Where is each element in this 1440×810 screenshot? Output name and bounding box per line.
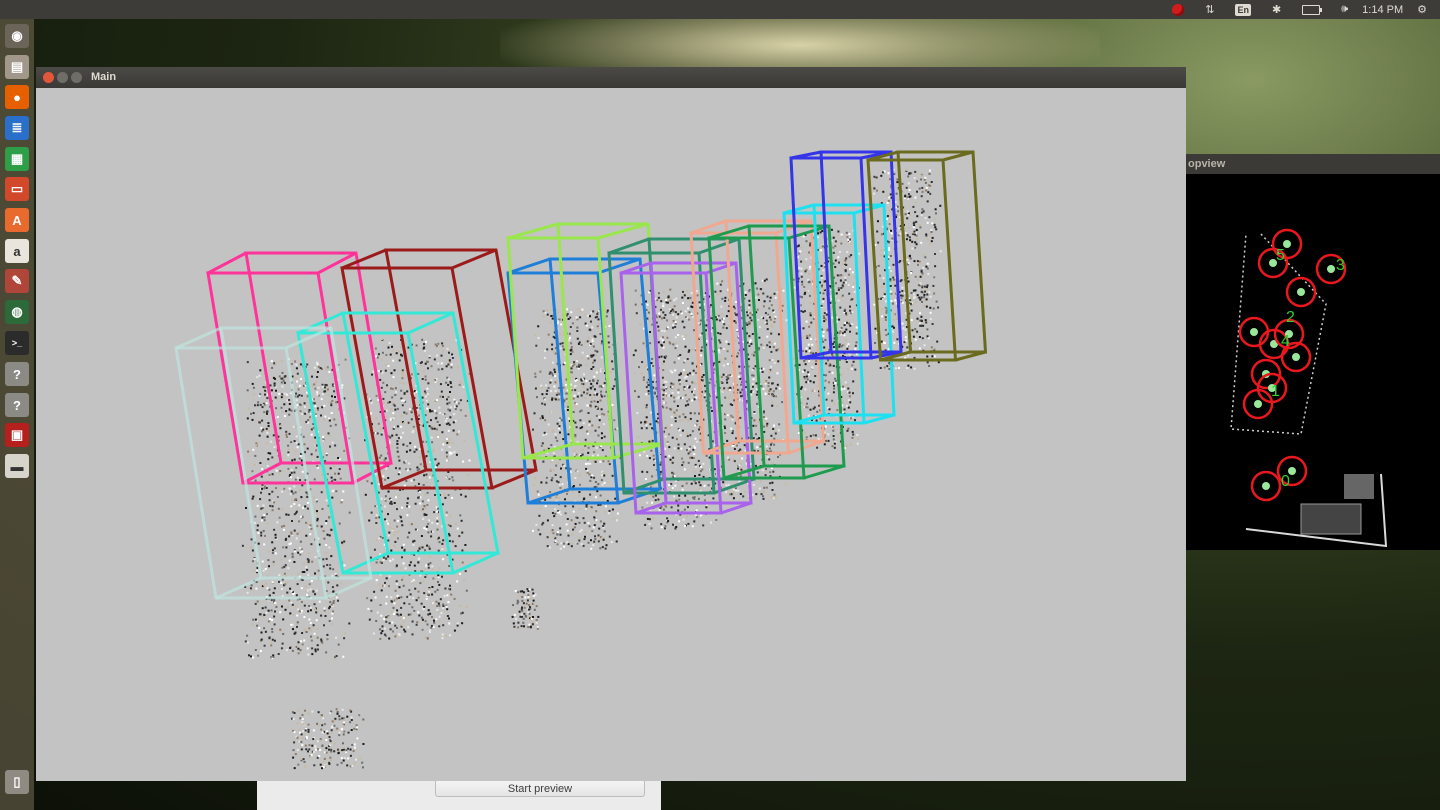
track-id-label: 1: [1271, 383, 1280, 400]
recording-indicator-icon[interactable]: [1165, 3, 1191, 16]
furniture-shape: [1300, 503, 1362, 535]
launcher: ◉ ▤ ● ≣ ▦ ▭ Aa ✎ ◍ >_?? ▣ ▬ ▯: [0, 19, 34, 810]
volume-icon[interactable]: 🕪: [1341, 3, 1348, 16]
media-app-icon[interactable]: ▣: [5, 423, 29, 447]
person-blob: [1297, 288, 1305, 296]
minimize-button[interactable]: [57, 72, 68, 83]
person-blob: [1327, 265, 1335, 273]
dash-home-icon[interactable]: ◉: [5, 24, 29, 48]
person-blob: [1254, 400, 1262, 408]
topview-titlebar[interactable]: opview: [1186, 154, 1440, 174]
main-window-titlebar[interactable]: Main: [36, 67, 1186, 88]
bounding-box-teal-green: [607, 237, 756, 495]
window-title: Main: [91, 71, 117, 83]
globe-icon[interactable]: ◍: [5, 300, 29, 324]
person-blob: [1292, 353, 1300, 361]
language-label: En: [1235, 3, 1251, 16]
person-point-cloud: [873, 168, 942, 370]
unknown-app-icon[interactable]: ?: [5, 393, 29, 417]
bounding-box-pink: [206, 251, 393, 485]
top-panel: ⇅ En ✱ 🕪 1:14 PM ⚙: [0, 0, 1440, 19]
track-id-label: 2: [1286, 309, 1295, 326]
amazon-icon[interactable]: a: [5, 239, 29, 263]
network-icon[interactable]: ⇅: [1205, 3, 1214, 16]
bounding-box-blue: [506, 257, 662, 505]
person-blob: [1262, 482, 1270, 490]
drive-icon[interactable]: ▬: [5, 454, 29, 478]
terminal-icon[interactable]: >_: [5, 331, 29, 355]
software-center-icon[interactable]: A: [5, 208, 29, 232]
topview-title: opview: [1188, 158, 1226, 170]
person-point-cloud: [532, 308, 622, 550]
files-icon[interactable]: ▤: [5, 55, 29, 79]
start-preview-button[interactable]: Start preview: [435, 781, 645, 797]
maximize-button[interactable]: [71, 72, 82, 83]
calc-icon[interactable]: ▦: [5, 147, 29, 171]
topview-window: opview 5 3 2 4 1 0: [1186, 154, 1440, 550]
track-id-label: 4: [1281, 333, 1290, 350]
keyboard-language-indicator[interactable]: En: [1228, 3, 1258, 16]
person-blob: [1250, 328, 1258, 336]
clock[interactable]: 1:14 PM: [1362, 4, 1403, 16]
battery-icon[interactable]: [1295, 4, 1327, 15]
writer-icon[interactable]: ≣: [5, 116, 29, 140]
system-settings-icon[interactable]: ✎: [5, 269, 29, 293]
bounding-box-indigo: [789, 150, 903, 360]
topview-canvas[interactable]: 5 3 2 4 1 0: [1186, 174, 1440, 550]
track-id-label: 3: [1336, 257, 1345, 274]
firefox-icon[interactable]: ●: [5, 85, 29, 109]
point-cloud-scene[interactable]: [36, 88, 1186, 781]
bluetooth-icon[interactable]: ✱: [1272, 3, 1281, 16]
impress-icon[interactable]: ▭: [5, 177, 29, 201]
floor-point-cloud: [511, 588, 540, 630]
track-id-label: 5: [1276, 247, 1285, 264]
close-button[interactable]: [43, 72, 54, 83]
main-window: Main: [36, 67, 1186, 781]
track-id-label: 0: [1281, 473, 1290, 490]
preview-dialog: Start preview: [257, 781, 661, 810]
trash-icon[interactable]: ▯: [5, 770, 29, 794]
topview-map: 5 3 2 4 1 0: [1230, 228, 1388, 548]
floor-point-cloud: [291, 708, 365, 770]
point-cloud-viewport[interactable]: [36, 88, 1186, 781]
unknown-app-icon[interactable]: ?: [5, 362, 29, 386]
session-gear-icon[interactable]: ⚙: [1417, 3, 1427, 16]
furniture-shape: [1344, 474, 1374, 499]
system-tray: ⇅ En ✱ 🕪 1:14 PM ⚙: [1158, 0, 1434, 19]
